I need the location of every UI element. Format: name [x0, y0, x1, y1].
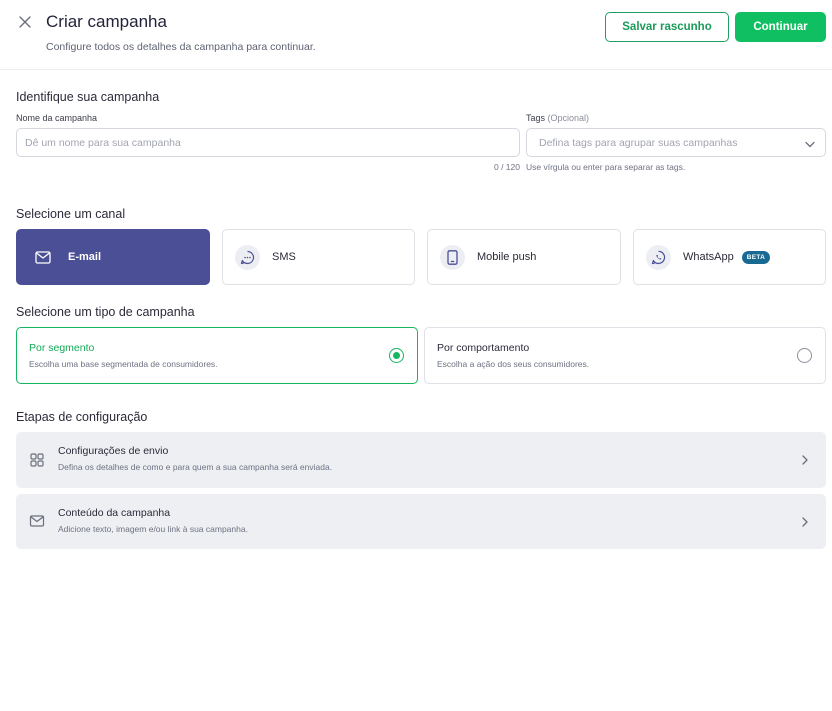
mail-icon: [35, 250, 51, 264]
tags-hint: Use vírgula ou enter para separar as tag…: [526, 162, 686, 172]
campaign-name-counter: 0 / 120: [494, 162, 520, 172]
smartphone-icon: [440, 244, 465, 270]
step-campaign-content-description: Adicione texto, imagem e/ou link à sua c…: [58, 524, 248, 534]
chat-bubble-icon: [235, 244, 260, 270]
step-send-settings-title: Configurações de envio: [58, 445, 169, 457]
tags-placeholder: Defina tags para agrupar suas campanhas: [539, 136, 738, 149]
channel-whatsapp-label: WhatsApp: [683, 251, 734, 263]
channel-mobile-push[interactable]: Mobile push: [427, 229, 621, 285]
campaign-type-segment-title: Por segmento: [29, 342, 95, 354]
grid-icon: [29, 452, 45, 468]
close-icon[interactable]: [14, 11, 36, 33]
channel-section-title: Selecione um canal: [16, 207, 126, 221]
save-draft-button[interactable]: Salvar rascunho: [605, 12, 729, 42]
channel-sms[interactable]: SMS: [222, 229, 415, 285]
chevron-right-icon: [800, 453, 810, 467]
page-subtitle: Configure todos os detalhes da campanha …: [46, 41, 316, 53]
channel-whatsapp[interactable]: WhatsApp BETA: [633, 229, 826, 285]
campaign-type-segment[interactable]: Por segmento Escolha uma base segmentada…: [16, 327, 418, 384]
campaign-type-behavior-description: Escolha a ação dos seus consumidores.: [437, 359, 590, 369]
steps-section-title: Etapas de configuração: [16, 410, 148, 424]
mail-icon: [29, 513, 45, 529]
chevron-down-icon: [805, 139, 815, 151]
campaign-type-behavior[interactable]: Por comportamento Escolha a ação dos seu…: [424, 327, 826, 384]
channel-email[interactable]: E-mail: [16, 229, 210, 285]
continue-button[interactable]: Continuar: [735, 12, 826, 42]
page-header: Criar campanha Configure todos os detalh…: [0, 0, 832, 70]
radio-button-selected[interactable]: [389, 348, 404, 363]
campaign-name-label: Nome da campanha: [16, 113, 98, 123]
campaign-type-behavior-title: Por comportamento: [437, 342, 530, 354]
step-campaign-content-title: Conteúdo da campanha: [58, 507, 171, 519]
channel-sms-label: SMS: [272, 251, 296, 263]
tags-select[interactable]: Defina tags para agrupar suas campanhas: [526, 128, 826, 157]
page-title: Criar campanha: [46, 12, 167, 31]
campaign-type-section-title: Selecione um tipo de campanha: [16, 305, 195, 319]
step-send-settings-description: Defina os detalhes de como e para quem a…: [58, 462, 333, 472]
campaign-type-segment-description: Escolha uma base segmentada de consumido…: [29, 359, 218, 369]
campaign-name-placeholder: Dê um nome para sua campanha: [25, 136, 181, 149]
tags-optional-label: (Opcional): [547, 113, 590, 123]
step-campaign-content[interactable]: Conteúdo da campanha Adicione texto, ima…: [16, 494, 826, 549]
chevron-right-icon: [800, 515, 810, 529]
whatsapp-icon: [646, 244, 671, 270]
radio-button[interactable]: [797, 348, 812, 363]
identify-section-title: Identifique sua campanha: [16, 90, 160, 104]
beta-badge: BETA: [741, 250, 771, 264]
channel-mobile-push-label: Mobile push: [477, 251, 537, 263]
tags-label: Tags (Opcional): [526, 113, 590, 123]
step-send-settings[interactable]: Configurações de envio Defina os detalhe…: [16, 432, 826, 488]
campaign-name-input[interactable]: Dê um nome para sua campanha: [16, 128, 520, 157]
channel-email-label: E-mail: [68, 251, 102, 263]
